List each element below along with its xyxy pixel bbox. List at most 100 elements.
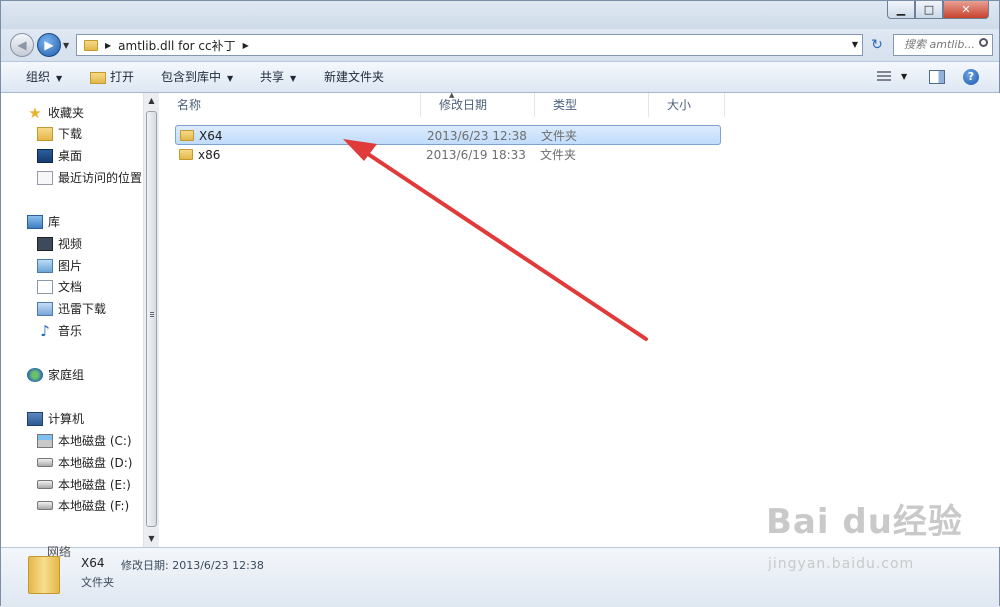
- chevron-down-icon: ▼: [56, 74, 63, 83]
- folder-icon: [84, 39, 98, 51]
- column-modified-label: 修改日期: [439, 98, 488, 112]
- watermark-brand: Bai du经验: [766, 502, 963, 542]
- column-header-size[interactable]: 大小: [649, 93, 725, 117]
- help-icon[interactable]: ?: [963, 69, 979, 85]
- new-folder-button[interactable]: 新建文件夹: [324, 62, 384, 92]
- share-button[interactable]: 共享 ▼: [260, 62, 296, 92]
- nav-music[interactable]: ♪ 音乐: [37, 321, 82, 341]
- nav-label: 迅雷下载: [58, 302, 107, 316]
- back-arrow-icon: ◀: [17, 38, 27, 52]
- nav-recent[interactable]: 最近访问的位置: [37, 168, 142, 188]
- organize-button[interactable]: 组织 ▼: [26, 62, 62, 92]
- nav-favorites[interactable]: ★ 收藏夹: [27, 103, 84, 123]
- open-label: 打开: [110, 70, 135, 84]
- close-button[interactable]: ✕: [943, 1, 989, 19]
- nav-thunder-downloads[interactable]: 迅雷下载: [37, 299, 106, 319]
- nav-computer[interactable]: 计算机: [27, 409, 84, 429]
- nav-drive-d[interactable]: 本地磁盘 (D:): [37, 453, 132, 473]
- column-type-label: 类型: [553, 98, 578, 112]
- breadcrumb-current[interactable]: amtlib.dll for cc补丁: [118, 37, 235, 54]
- nav-label: 库: [48, 215, 61, 229]
- view-options-icon[interactable]: [877, 71, 891, 83]
- watermark-site: jingyan.baidu.com: [768, 556, 915, 572]
- file-row-x86[interactable]: x86 2013/6/19 18:33 文件夹: [175, 145, 721, 165]
- nav-downloads[interactable]: 下载: [37, 124, 82, 144]
- nav-label: 最近访问的位置: [58, 171, 143, 185]
- baidu-watermark: Bai du经验 jingyan.baidu.com: [766, 494, 963, 572]
- breadcrumb-chevron-icon[interactable]: ▶: [243, 41, 249, 50]
- nav-label: 视频: [58, 237, 83, 251]
- homegroup-icon: [27, 367, 43, 382]
- file-modified: 2013/6/23 12:38: [427, 129, 527, 143]
- computer-icon: [27, 411, 43, 426]
- nav-label: 文档: [58, 280, 83, 294]
- column-size-label: 大小: [667, 98, 692, 112]
- minimize-button[interactable]: ▁: [887, 1, 915, 19]
- back-button[interactable]: ◀: [10, 33, 34, 57]
- file-row-x64[interactable]: X64 2013/6/23 12:38 文件夹: [175, 125, 721, 145]
- hard-drive-icon: [37, 458, 53, 467]
- search-placeholder: 搜索 amtlib...: [904, 38, 975, 51]
- folder-icon: [180, 130, 194, 141]
- nav-libraries[interactable]: 库: [27, 212, 60, 232]
- nav-documents[interactable]: 文档: [37, 277, 82, 297]
- details-modified: 修改日期: 2013/6/23 12:38: [121, 557, 264, 573]
- nav-homegroup[interactable]: 家庭组: [27, 365, 84, 385]
- column-header-name[interactable]: 名称: [159, 93, 421, 117]
- nav-videos[interactable]: 视频: [37, 234, 82, 254]
- include-in-library-button[interactable]: 包含到库中 ▼: [161, 62, 233, 92]
- navigation-pane: ★ 收藏夹 下载 桌面 最近访问的位置 库 视频 图片 文档 迅雷下载 ♪ 音乐 家…: [1, 93, 143, 547]
- new-folder-label: 新建文件夹: [324, 70, 385, 84]
- title-bar: ▁ □ ✕: [1, 1, 999, 29]
- recent-places-icon: [37, 170, 53, 185]
- scroll-thumb[interactable]: [146, 111, 157, 527]
- forward-button[interactable]: ▶: [37, 33, 61, 57]
- column-name-label: 名称: [177, 98, 202, 112]
- large-folder-icon: [28, 556, 60, 594]
- nav-desktop[interactable]: 桌面: [37, 146, 82, 166]
- folder-icon: [179, 149, 193, 160]
- nav-drive-e[interactable]: 本地磁盘 (E:): [37, 475, 131, 495]
- details-name: X64: [81, 556, 105, 570]
- file-name: x86: [198, 148, 221, 162]
- scroll-up-icon[interactable]: ▲: [144, 93, 159, 109]
- hard-drive-icon: [37, 501, 53, 510]
- nav-drive-f[interactable]: 本地磁盘 (F:): [37, 496, 129, 516]
- nav-label: 家庭组: [48, 368, 85, 382]
- details-modified-label: 修改日期:: [121, 559, 169, 572]
- nav-pictures[interactable]: 图片: [37, 256, 82, 276]
- video-icon: [37, 236, 53, 251]
- nav-label: 图片: [58, 259, 83, 273]
- include-library-label: 包含到库中: [161, 70, 222, 84]
- nav-drive-c[interactable]: 本地磁盘 (C:): [37, 431, 132, 451]
- preview-pane-icon[interactable]: [929, 70, 945, 84]
- search-icon[interactable]: [979, 38, 988, 47]
- file-modified: 2013/6/19 18:33: [426, 148, 526, 162]
- nav-label: 收藏夹: [48, 106, 85, 120]
- refresh-button[interactable]: ↻: [867, 34, 887, 56]
- explorer-window: ▁ □ ✕ ◀ ▶ ▼ ▶ amtlib.dll for cc补丁 ▶ ▼ ↻ …: [0, 0, 1000, 607]
- chevron-down-icon: ▼: [290, 74, 297, 83]
- address-row: ◀ ▶ ▼ ▶ amtlib.dll for cc补丁 ▶ ▼ ↻ 搜索 amt…: [1, 29, 999, 61]
- address-bar[interactable]: ▶ amtlib.dll for cc补丁 ▶ ▼: [76, 34, 863, 56]
- hard-drive-icon: [37, 480, 53, 489]
- file-list: 名称 ▲ 修改日期 类型 大小 X64 2013/6/23 12:38 文件夹 …: [159, 91, 1000, 547]
- scroll-down-icon[interactable]: ▼: [144, 531, 159, 547]
- nav-scrollbar[interactable]: ▲ ▼: [143, 93, 159, 547]
- thunder-download-icon: [37, 301, 53, 316]
- nav-label: 本地磁盘 (E:): [58, 478, 131, 492]
- search-input[interactable]: 搜索 amtlib...: [893, 34, 993, 56]
- open-button[interactable]: 打开: [90, 62, 134, 92]
- maximize-button[interactable]: □: [915, 1, 943, 19]
- breadcrumb-chevron-icon[interactable]: ▶: [105, 41, 111, 50]
- file-name: X64: [199, 129, 223, 143]
- forward-arrow-icon: ▶: [44, 38, 54, 52]
- recent-pages-dropdown[interactable]: ▼: [63, 41, 69, 50]
- column-header-type[interactable]: 类型: [535, 93, 649, 117]
- column-header-modified[interactable]: 修改日期: [421, 93, 535, 117]
- music-note-icon: ♪: [40, 321, 50, 340]
- view-dropdown-icon[interactable]: ▼: [901, 62, 907, 92]
- star-icon: ★: [28, 103, 42, 122]
- address-dropdown-icon[interactable]: ▼: [852, 40, 858, 49]
- file-type: 文件夹: [541, 129, 578, 143]
